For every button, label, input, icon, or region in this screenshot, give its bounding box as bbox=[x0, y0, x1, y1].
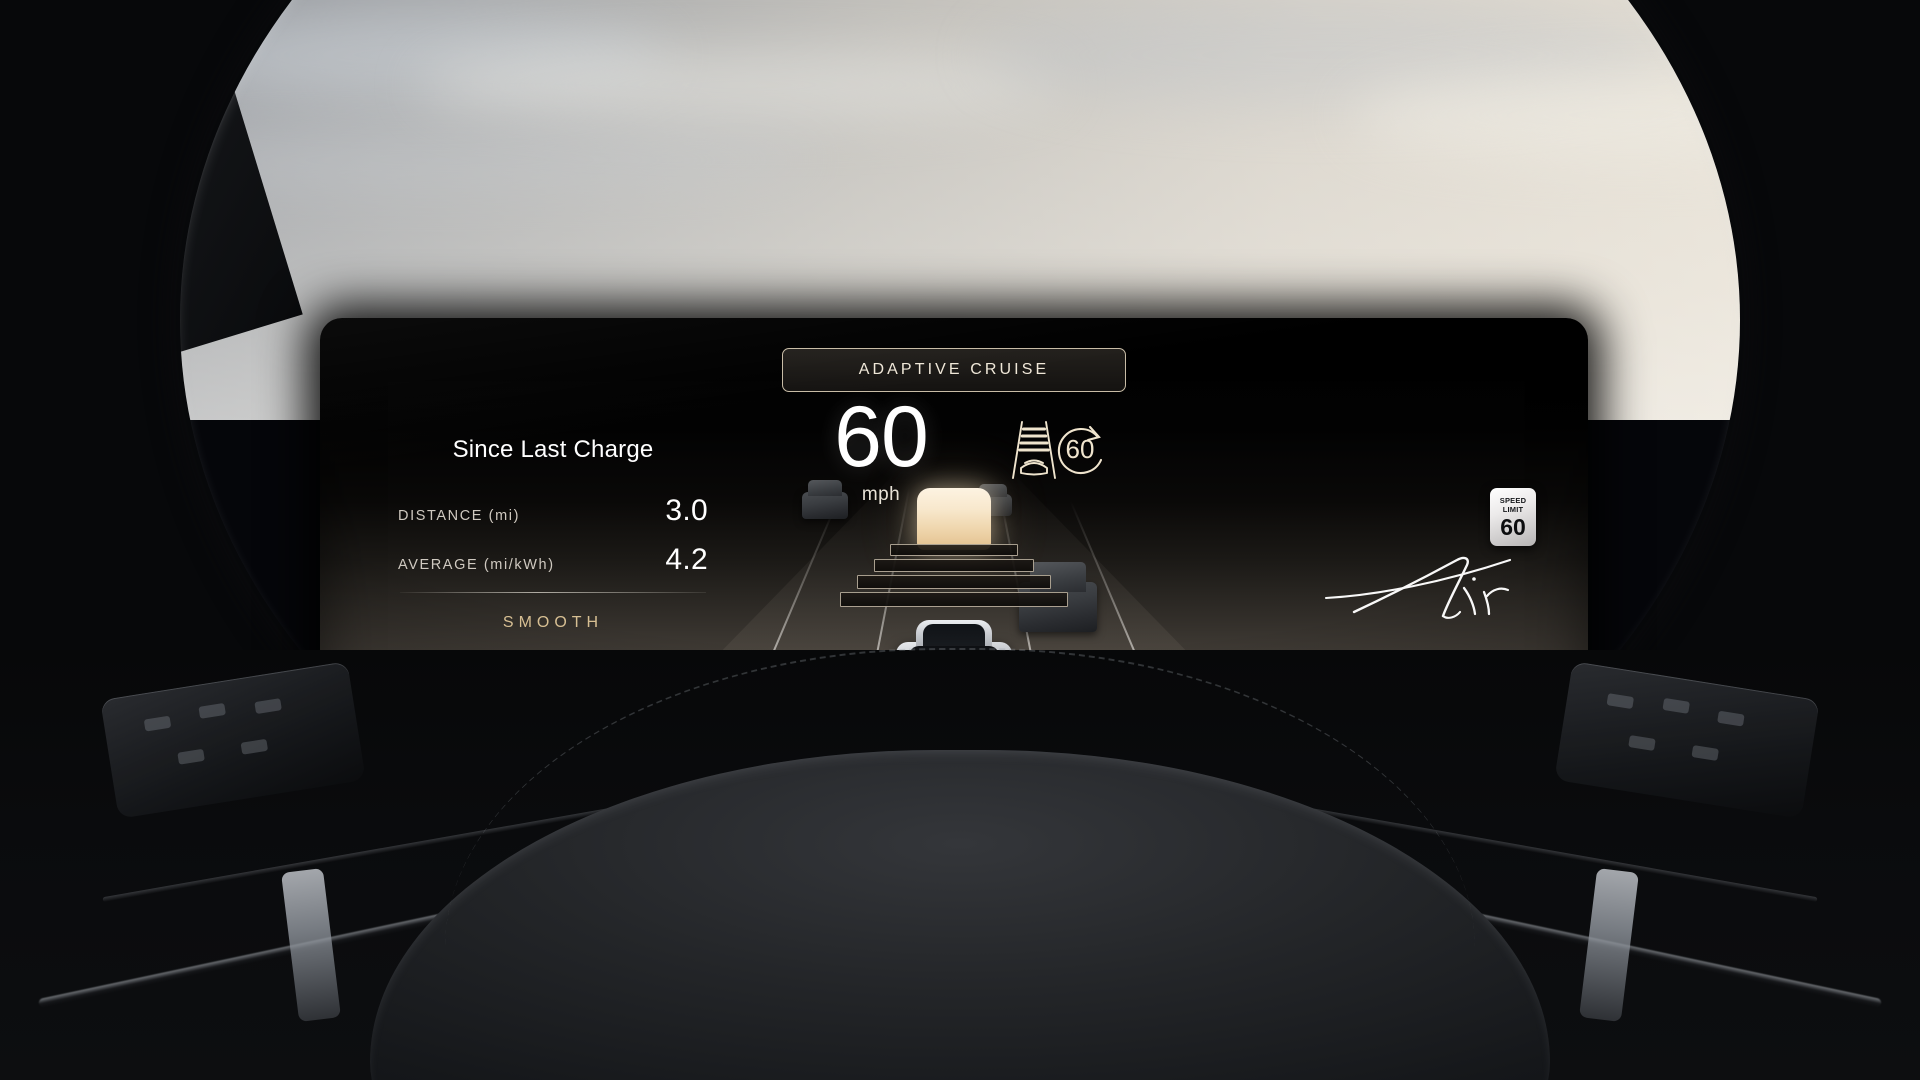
trip-row-average: AVERAGE (mi/kWh) 4.2 bbox=[398, 543, 708, 577]
instrument-cluster-scene: SPEED LIMIT 60 ADAPTIVE CRUISE 60 mph 60… bbox=[0, 0, 1920, 1080]
following-distance-indicator bbox=[824, 538, 1084, 622]
shift-paddle-left[interactable] bbox=[281, 867, 341, 1023]
control-key[interactable] bbox=[198, 702, 226, 719]
trip-divider bbox=[400, 592, 706, 593]
control-key[interactable] bbox=[1628, 735, 1656, 751]
trip-average-value: 4.2 bbox=[665, 543, 708, 576]
since-last-charge-panel: Since Last Charge DISTANCE (mi) 3.0 AVER… bbox=[398, 436, 708, 632]
acc-set-speed-value: 60 bbox=[1066, 434, 1095, 464]
speed-readout-group: 60 mph 60 bbox=[796, 389, 1112, 506]
trip-row-distance: DISTANCE (mi) 3.0 bbox=[398, 494, 708, 528]
adaptive-cruise-status-banner[interactable]: ADAPTIVE CRUISE bbox=[782, 348, 1126, 392]
control-key[interactable] bbox=[254, 698, 282, 715]
distance-rung bbox=[840, 592, 1068, 607]
distance-rung bbox=[874, 559, 1034, 572]
current-speed-value: 60 bbox=[834, 389, 929, 485]
speed-limit-value: 60 bbox=[1500, 513, 1526, 540]
trip-distance-value: 3.0 bbox=[665, 494, 708, 527]
speed-limit-label-line2: LIMIT bbox=[1502, 504, 1524, 514]
steering-control-pad-right[interactable] bbox=[1554, 661, 1820, 819]
control-key[interactable] bbox=[1606, 693, 1635, 710]
control-key[interactable] bbox=[1717, 710, 1745, 727]
dashboard-lower bbox=[0, 648, 1920, 1080]
distance-rung bbox=[890, 544, 1018, 556]
drive-mode-label: SMOOTH bbox=[502, 614, 604, 631]
trip-average-label: AVERAGE (mi/kWh) bbox=[398, 557, 555, 573]
shift-paddle-right[interactable] bbox=[1579, 867, 1639, 1023]
steering-control-pad-left[interactable] bbox=[100, 661, 366, 819]
speed-unit-label: mph bbox=[861, 484, 901, 506]
control-key[interactable] bbox=[240, 738, 269, 755]
trip-distance-label: DISTANCE (mi) bbox=[398, 508, 521, 524]
control-key[interactable] bbox=[143, 715, 172, 732]
control-key[interactable] bbox=[1662, 697, 1690, 714]
adaptive-cruise-set-icon[interactable]: 60 bbox=[1000, 416, 1112, 487]
air-model-signature bbox=[1324, 554, 1524, 624]
trip-panel-title: Since Last Charge bbox=[452, 436, 654, 463]
adaptive-cruise-label: ADAPTIVE CRUISE bbox=[858, 361, 1050, 378]
control-key[interactable] bbox=[177, 748, 205, 765]
steering-wheel-stitching bbox=[445, 648, 1475, 948]
control-key[interactable] bbox=[1691, 745, 1719, 761]
speed-limit-sign: SPEED LIMIT 60 bbox=[1490, 488, 1536, 546]
distance-rung bbox=[857, 575, 1051, 589]
